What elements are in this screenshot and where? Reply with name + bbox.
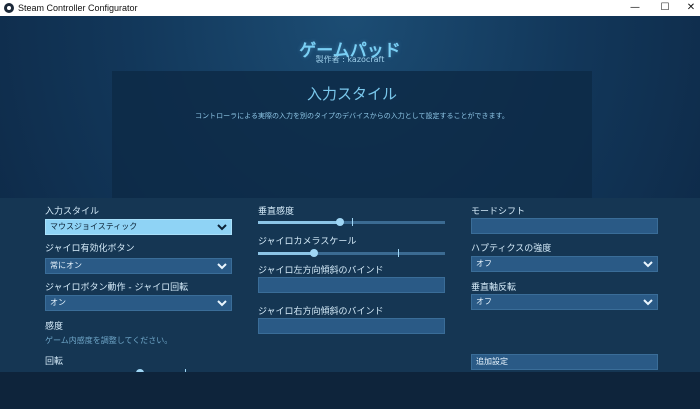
invert-vertical-label: 垂直軸反転: [471, 283, 517, 293]
info-description: コントローラによる実際の入力を別のタイプのデバイスからの入力として設定することが…: [195, 112, 509, 120]
gyro-left-tilt-binding[interactable]: [258, 277, 445, 293]
steam-logo-icon: [4, 3, 14, 13]
chevron-down-icon: [217, 221, 227, 233]
input-style-label: 入力スタイル: [45, 207, 100, 217]
sensitivity-hint: ゲーム内感度を調整してください。: [45, 336, 173, 345]
mode-shift-binding[interactable]: [471, 218, 658, 234]
chevron-down-icon: [217, 297, 227, 309]
chevron-down-icon: [217, 260, 227, 272]
info-title: 入力スタイル: [306, 85, 397, 103]
sensitivity-label: 感度: [45, 322, 64, 332]
slider-fill: [258, 221, 341, 224]
gyro-enable-label: ジャイロ有効化ボタン: [45, 244, 135, 254]
window-title: Steam Controller Configurator: [18, 3, 138, 13]
chevron-down-icon: [643, 296, 653, 308]
input-style-info-panel: 入力スタイル コントローラによる実際の入力を別のタイプのデバイスからの入力として…: [112, 71, 592, 214]
minimize-button[interactable]: —: [620, 0, 650, 16]
gyro-camera-scale-label: ジャイロカメラスケール: [258, 237, 357, 247]
window-titlebar: Steam Controller Configurator — ☐ ✕: [0, 0, 700, 16]
invert-vertical-value: オフ: [476, 297, 492, 306]
gyro-button-action-dropdown[interactable]: オン: [45, 295, 232, 311]
slider-default-mark: [351, 218, 353, 226]
config-author: 製作者 : kazocraft: [315, 55, 385, 64]
more-settings-button[interactable]: 追加設定: [471, 354, 658, 370]
input-style-value: マウスジョイスティック: [50, 222, 138, 231]
mode-shift-label: モードシフト: [471, 207, 526, 217]
slider-thumb[interactable]: [336, 218, 345, 226]
footer-bar: [0, 372, 700, 409]
gyro-right-tilt-binding[interactable]: [258, 318, 445, 334]
rotation-label: 回転: [45, 357, 64, 367]
vertical-sensitivity-slider[interactable]: [258, 217, 445, 227]
gyro-button-action-label: ジャイロボタン動作 - ジャイロ回転: [45, 283, 189, 293]
haptics-label: ハプティクスの強度: [471, 244, 552, 254]
input-style-dropdown[interactable]: マウスジョイスティック: [45, 219, 232, 235]
vertical-sensitivity-label: 垂直感度: [258, 207, 295, 217]
chevron-down-icon: [643, 258, 653, 270]
slider-thumb[interactable]: [310, 249, 319, 257]
slider-fill: [258, 252, 315, 255]
gyro-enable-value: 常にオン: [50, 261, 82, 270]
gyro-right-tilt-label: ジャイロ右方向傾斜のバインド: [258, 307, 384, 317]
gyro-button-action-value: オン: [50, 298, 66, 307]
gyro-enable-dropdown[interactable]: 常にオン: [45, 258, 232, 274]
slider-default-mark: [398, 249, 400, 257]
invert-vertical-dropdown[interactable]: オフ: [471, 294, 658, 310]
close-button[interactable]: ✕: [676, 0, 700, 16]
gyro-camera-scale-slider[interactable]: [258, 248, 445, 258]
haptics-dropdown[interactable]: オフ: [471, 256, 658, 272]
gyro-left-tilt-label: ジャイロ左方向傾斜のバインド: [258, 266, 384, 276]
settings-panel: 入力スタイル マウスジョイスティック ジャイロ有効化ボタン 常にオン ジャイロボ…: [0, 198, 700, 393]
haptics-value: オフ: [476, 259, 492, 268]
